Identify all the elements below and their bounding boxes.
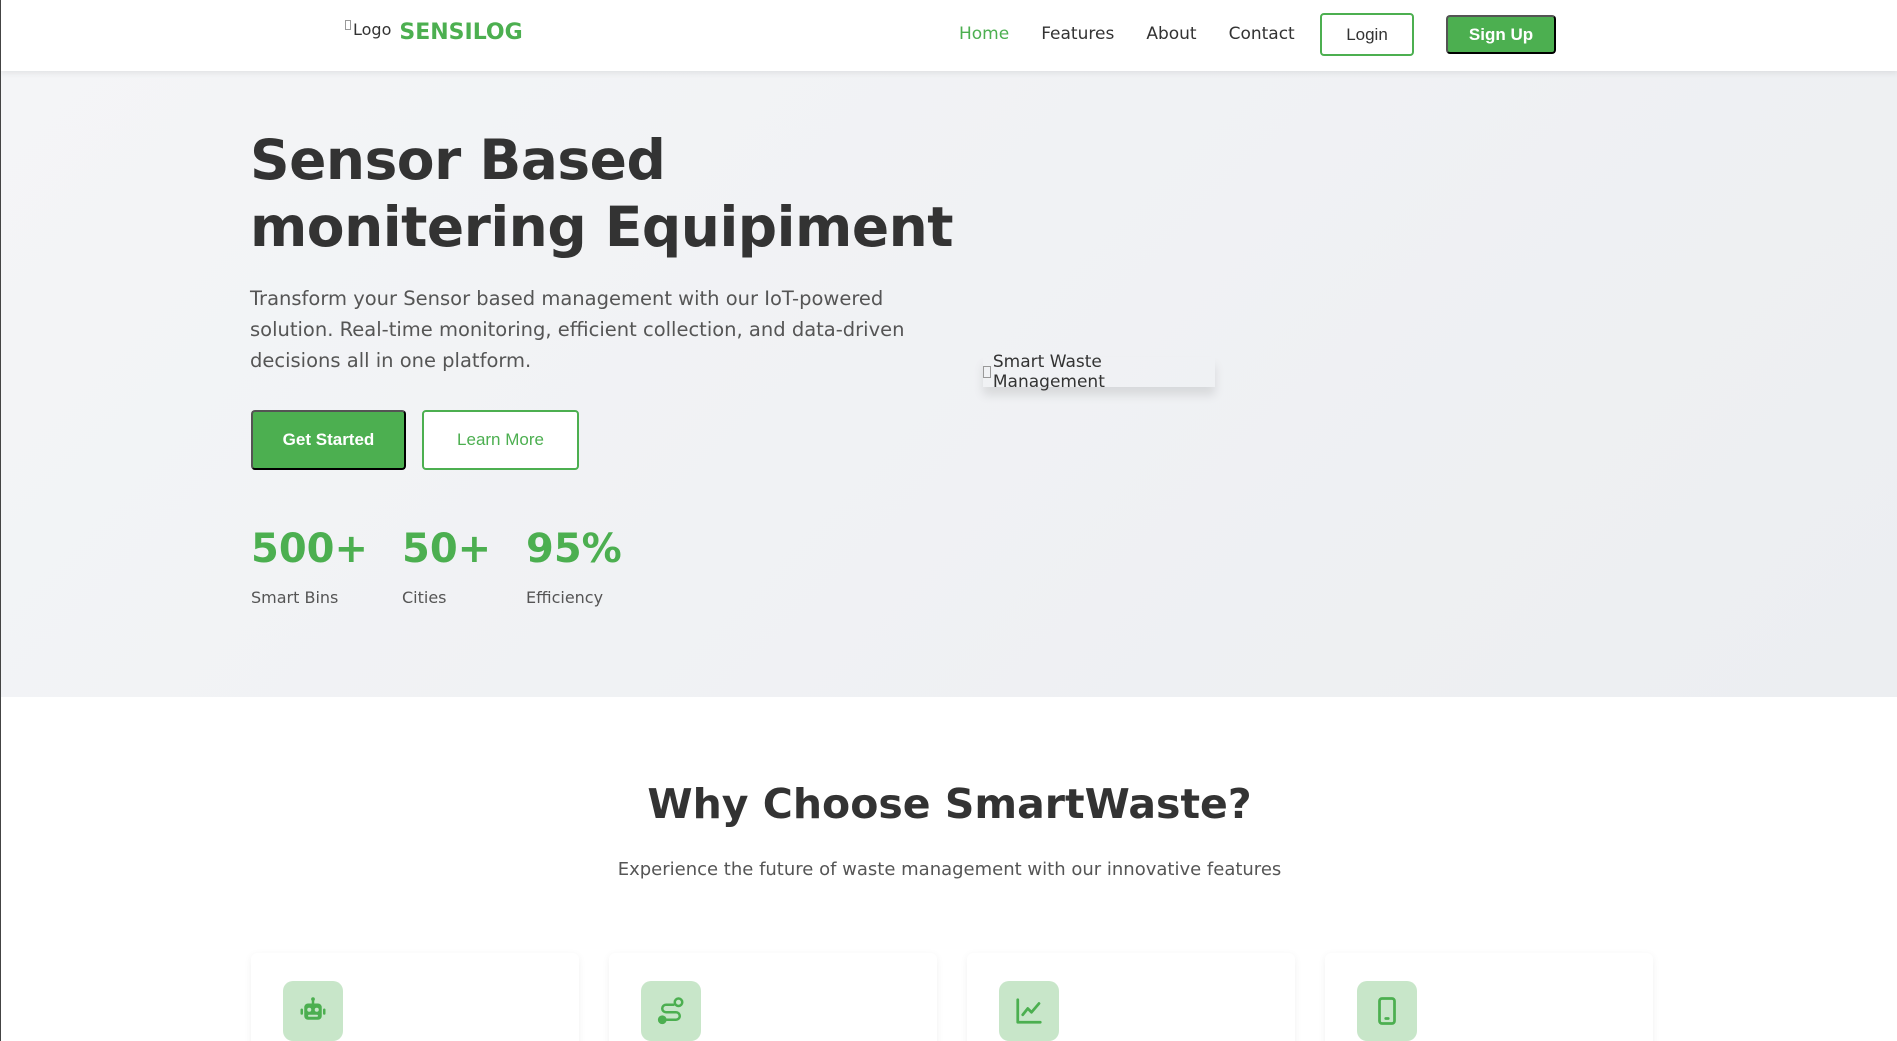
nav-link-contact[interactable]: Contact — [1229, 24, 1295, 44]
hero-title-line-2: monitering Equipiment — [250, 195, 954, 259]
logo-image: Logo — [345, 18, 391, 42]
get-started-button[interactable]: Get Started — [251, 410, 406, 470]
mobile-icon — [1357, 981, 1417, 1041]
brand-name: SENSILOG — [399, 20, 523, 45]
stat-value: 50+ — [402, 526, 492, 572]
stat-value: 95% — [526, 526, 622, 572]
broken-image-icon — [345, 19, 351, 30]
feature-card — [1325, 953, 1653, 1041]
features-title: Why Choose SmartWaste? — [647, 780, 1252, 828]
stat-value: 500+ — [251, 526, 369, 572]
learn-more-button[interactable]: Learn More — [422, 410, 579, 470]
robot-icon — [283, 981, 343, 1041]
features-subtitle: Experience the future of waste managemen… — [617, 859, 1282, 880]
broken-image-icon — [983, 366, 991, 378]
stat-label: Smart Bins — [251, 588, 339, 607]
signup-button[interactable]: Sign Up — [1446, 15, 1556, 54]
hero-title: Sensor Based monitering Equipiment — [250, 127, 970, 261]
nav-links: Home Features About Contact — [959, 24, 1327, 44]
nav-link-home[interactable]: Home — [959, 24, 1009, 44]
feature-card — [609, 953, 937, 1041]
stat-smart-bins: 500+ Smart Bins — [251, 524, 368, 607]
brand[interactable]: Logo SENSILOG — [345, 14, 523, 45]
navbar: Logo SENSILOG Home Features About Contac… — [1, 0, 1897, 71]
nav-link-about[interactable]: About — [1146, 24, 1196, 44]
stat-label: Cities — [402, 588, 447, 607]
chart-line-icon — [999, 981, 1059, 1041]
nav-link-features[interactable]: Features — [1041, 24, 1114, 44]
stat-label: Efficiency — [526, 588, 604, 607]
hero-image: Smart Waste Management — [983, 352, 1215, 392]
hero-image-alt-text: Smart Waste Management — [992, 352, 1105, 392]
route-icon — [641, 981, 701, 1041]
stat-efficiency: 95% Efficiency — [526, 524, 622, 607]
hero-description: Transform your Sensor based management w… — [250, 287, 905, 372]
feature-card — [967, 953, 1295, 1041]
hero-title-line-1: Sensor Based — [250, 128, 666, 192]
login-button[interactable]: Login — [1320, 13, 1414, 56]
hero-section: Sensor Based monitering Equipiment Trans… — [1, 71, 1897, 697]
feature-card — [251, 953, 579, 1041]
logo-alt-text: Logo — [353, 19, 392, 39]
page: Logo SENSILOG Home Features About Contac… — [0, 0, 1897, 1041]
stat-cities: 50+ Cities — [402, 524, 491, 607]
